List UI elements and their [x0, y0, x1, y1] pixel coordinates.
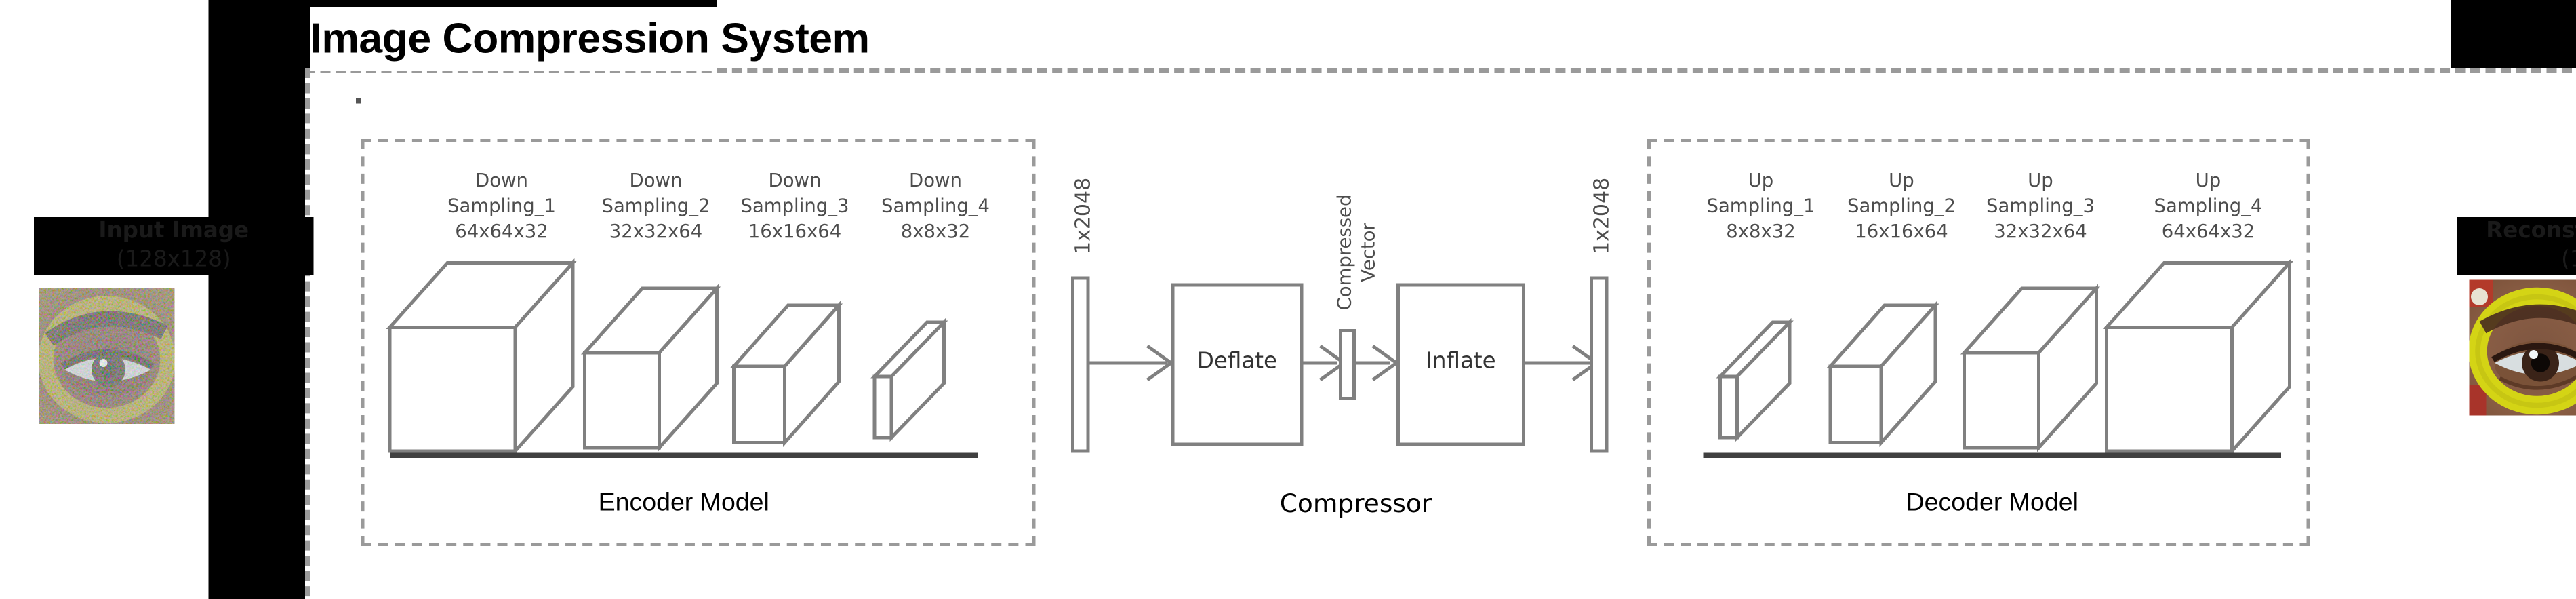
encoder-section-label: Encoder Model	[598, 488, 769, 518]
compressor-input-vector-bar	[1071, 276, 1090, 453]
encoder-volume-3	[729, 301, 883, 448]
decoder-stage-4-caption: Up Sampling_4 64x64x32	[2107, 168, 2310, 245]
backdrop-band-top-right	[2451, 0, 2576, 71]
input-caption-line2: (128x128)	[34, 246, 314, 275]
page-title: Image Compression System	[310, 14, 870, 62]
output-image-caption: Reconstructed Image (128x128)	[2457, 217, 2576, 275]
compressor-input-vector-label: 1x2048	[1071, 177, 1095, 254]
title-bar: Image Compression System	[310, 7, 870, 71]
output-caption-line2: (128x128)	[2457, 246, 2576, 275]
encoder-stage-4-line2: Sampling_4	[881, 195, 990, 218]
compressor-output-vector-bar	[1590, 276, 1609, 453]
compressed-vector-line2: Vector	[1357, 223, 1380, 282]
decoder-volume-4	[2102, 258, 2317, 456]
encoder-volume-1	[386, 258, 600, 456]
input-image-thumbnail	[38, 288, 176, 424]
encoder-volume-4	[870, 317, 990, 442]
compressor-output-vector-label: 1x2048	[1590, 177, 1613, 254]
backdrop-band-left	[208, 71, 308, 599]
input-image-caption: Input Image (128x128)	[34, 217, 314, 275]
input-caption-line1: Input Image	[34, 217, 314, 246]
encoder-stage-4-caption: Down Sampling_4 8x8x32	[834, 168, 1037, 245]
encoder-stage-4-line1: Down	[909, 170, 962, 192]
deflate-label: Deflate	[1196, 349, 1278, 375]
dot-artifact	[356, 98, 361, 104]
decoder-section-rule	[1703, 452, 2281, 458]
decoder-volume-2	[1826, 301, 1979, 448]
decoder-stage-4-shape: 64x64x32	[2161, 220, 2255, 243]
decoder-section-label: Decoder Model	[1906, 488, 2078, 518]
encoder-stage-4-shape: 8x8x32	[900, 220, 971, 243]
output-image-thumbnail	[2468, 279, 2576, 416]
compressed-vector-label: Compressed Vector	[1334, 195, 1382, 311]
inflate-label: Inflate	[1426, 349, 1496, 375]
compressor-section-label: Compressor	[1279, 488, 1432, 519]
compressed-vector-line1: Compressed	[1333, 194, 1356, 311]
arrow-compressed-to-inflate	[1356, 339, 1400, 387]
input-image-svg	[38, 288, 176, 424]
decoder-stage-4-line1: Up	[2195, 170, 2221, 192]
decoder-stage-4-line2: Sampling_4	[2154, 195, 2263, 218]
output-caption-line1: Reconstructed Image	[2457, 217, 2576, 246]
arrow-input-vector-to-deflate	[1089, 339, 1178, 387]
decoder-volume-1	[1716, 317, 1836, 442]
encoder-section-rule	[390, 452, 978, 458]
compressed-vector-bar	[1339, 329, 1356, 400]
output-image-svg	[2468, 279, 2576, 416]
diagram-canvas: Image Compression System Input Image (12…	[0, 0, 2576, 599]
